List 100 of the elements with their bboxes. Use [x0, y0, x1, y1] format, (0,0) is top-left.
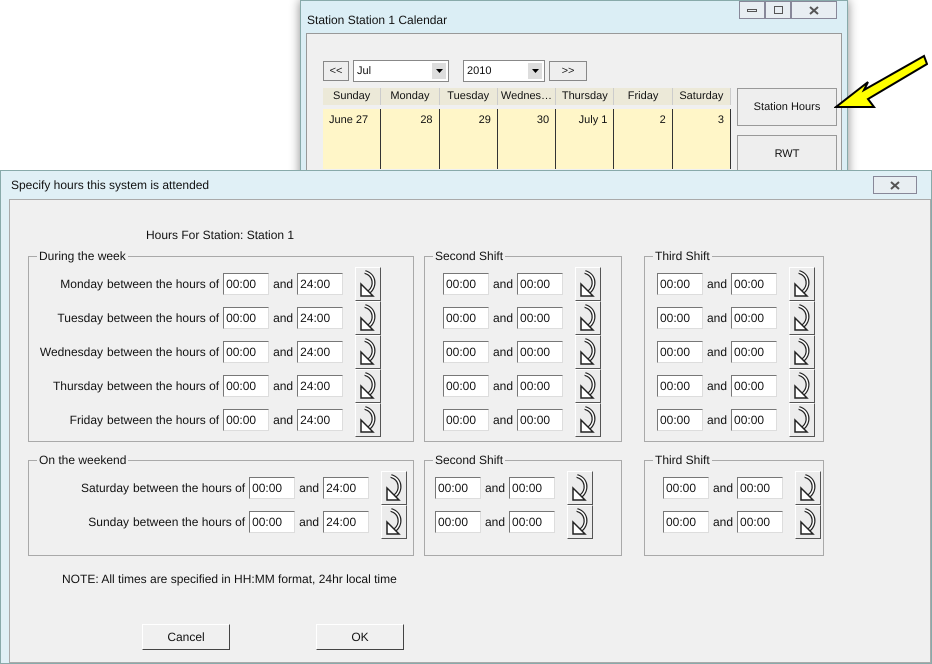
and-label: and	[273, 276, 294, 293]
curved-arrow-icon	[359, 338, 378, 366]
time-field[interactable]: 00:00	[657, 341, 703, 363]
time-field[interactable]: 00:00	[731, 375, 778, 397]
time-field[interactable]: 00:00	[223, 341, 270, 363]
time-field[interactable]: 24:00	[297, 375, 344, 397]
time-field[interactable]: 00:00	[737, 511, 784, 533]
time-field[interactable]: 24:00	[323, 511, 370, 533]
time-field[interactable]: 00:00	[737, 477, 784, 499]
time-field[interactable]: 00:00	[509, 511, 556, 533]
time-field[interactable]: 00:00	[249, 477, 296, 499]
previous-button[interactable]: <<	[323, 61, 349, 81]
calendar-button[interactable]: RWT	[737, 135, 837, 173]
copy-down-button[interactable]	[355, 369, 382, 403]
time-field[interactable]: 00:00	[443, 409, 489, 431]
and-label: and	[493, 378, 514, 395]
group-label: Second Shift	[433, 453, 506, 467]
copy-down-button[interactable]	[355, 301, 382, 335]
copy-down-button[interactable]	[355, 267, 382, 301]
copy-down-button[interactable]	[355, 335, 382, 369]
calendar-button[interactable]: Station Hours	[737, 88, 837, 126]
copy-down-button[interactable]	[575, 267, 602, 301]
date-cell[interactable]: 28	[381, 109, 440, 169]
time-field[interactable]: 00:00	[517, 375, 564, 397]
copy-down-button[interactable]	[575, 369, 602, 403]
time-field[interactable]: 00:00	[249, 511, 296, 533]
and-label: and	[707, 412, 728, 429]
time-field[interactable]: 00:00	[657, 307, 703, 329]
curved-arrow-icon	[385, 474, 404, 502]
time-field[interactable]: 00:00	[731, 409, 778, 431]
date-cell[interactable]: 2	[614, 109, 673, 169]
time-field[interactable]: 00:00	[435, 511, 481, 533]
curved-arrow-icon	[359, 372, 378, 400]
time-field[interactable]: 24:00	[297, 409, 344, 431]
copy-down-button[interactable]	[567, 471, 594, 505]
time-field[interactable]: 24:00	[297, 273, 344, 295]
time-field[interactable]: 24:00	[297, 307, 344, 329]
date-cell[interactable]: 29	[440, 109, 498, 169]
copy-down-button[interactable]	[795, 505, 822, 539]
minimize-button[interactable]	[739, 1, 765, 19]
time-field[interactable]: 00:00	[731, 341, 778, 363]
time-field[interactable]: 00:00	[657, 375, 703, 397]
close-button[interactable]	[873, 176, 917, 194]
and-label: and	[299, 514, 320, 531]
dialog-button[interactable]: OK	[316, 624, 404, 650]
copy-down-button[interactable]	[381, 471, 408, 505]
copy-down-button[interactable]	[575, 335, 602, 369]
date-cell[interactable]: 30	[498, 109, 556, 169]
time-field[interactable]: 00:00	[443, 341, 489, 363]
time-field[interactable]: 00:00	[223, 273, 270, 295]
time-field[interactable]: 00:00	[657, 409, 703, 431]
date-cell[interactable]: June 27	[323, 109, 382, 169]
date-cell[interactable]: July 1	[556, 109, 614, 169]
time-field[interactable]: 24:00	[323, 477, 370, 499]
date-cell[interactable]: 3	[672, 109, 731, 169]
time-field[interactable]: 00:00	[517, 341, 564, 363]
curved-arrow-icon	[793, 406, 812, 434]
time-field[interactable]: 00:00	[435, 477, 481, 499]
month-dropdown[interactable]: Jul	[353, 60, 449, 82]
close-button[interactable]	[791, 1, 837, 19]
group-label: Third Shift	[653, 249, 712, 263]
copy-down-button[interactable]	[789, 335, 816, 369]
copy-down-button[interactable]	[795, 471, 822, 505]
time-field[interactable]: 00:00	[731, 273, 778, 295]
copy-down-button[interactable]	[789, 267, 816, 301]
year-dropdown[interactable]: 2010	[463, 60, 545, 82]
time-field[interactable]: 00:00	[517, 307, 564, 329]
time-field[interactable]: 00:00	[657, 273, 703, 295]
copy-down-button[interactable]	[575, 301, 602, 335]
time-field[interactable]: 00:00	[443, 375, 489, 397]
maximize-button[interactable]	[765, 1, 791, 19]
time-field[interactable]: 00:00	[517, 409, 564, 431]
and-label: and	[273, 344, 294, 361]
time-field[interactable]: 00:00	[443, 273, 489, 295]
hours-label: between the hours of	[107, 412, 220, 429]
dialog-button[interactable]: Cancel	[142, 624, 230, 650]
day-label: Saturday	[80, 480, 129, 497]
curved-arrow-icon	[579, 338, 598, 366]
time-field[interactable]: 00:00	[223, 409, 270, 431]
dropdown-arrow-icon	[532, 69, 538, 73]
time-field[interactable]: 00:00	[223, 307, 270, 329]
next-button[interactable]: >>	[549, 61, 587, 81]
and-label: and	[485, 480, 506, 497]
time-field[interactable]: 00:00	[443, 307, 489, 329]
copy-down-button[interactable]	[355, 403, 382, 437]
time-field[interactable]: 24:00	[297, 341, 344, 363]
time-field[interactable]: 00:00	[509, 477, 556, 499]
copy-down-button[interactable]	[381, 505, 408, 539]
copy-down-button[interactable]	[575, 403, 602, 437]
copy-down-button[interactable]	[567, 505, 594, 539]
copy-down-button[interactable]	[789, 369, 816, 403]
time-field[interactable]: 00:00	[663, 511, 709, 533]
copy-down-button[interactable]	[789, 403, 816, 437]
time-field[interactable]: 00:00	[223, 375, 270, 397]
hours-label: between the hours of	[107, 310, 220, 327]
hours-label: between the hours of	[107, 276, 220, 293]
copy-down-button[interactable]	[789, 301, 816, 335]
time-field[interactable]: 00:00	[663, 477, 709, 499]
time-field[interactable]: 00:00	[731, 307, 778, 329]
time-field[interactable]: 00:00	[517, 273, 564, 295]
